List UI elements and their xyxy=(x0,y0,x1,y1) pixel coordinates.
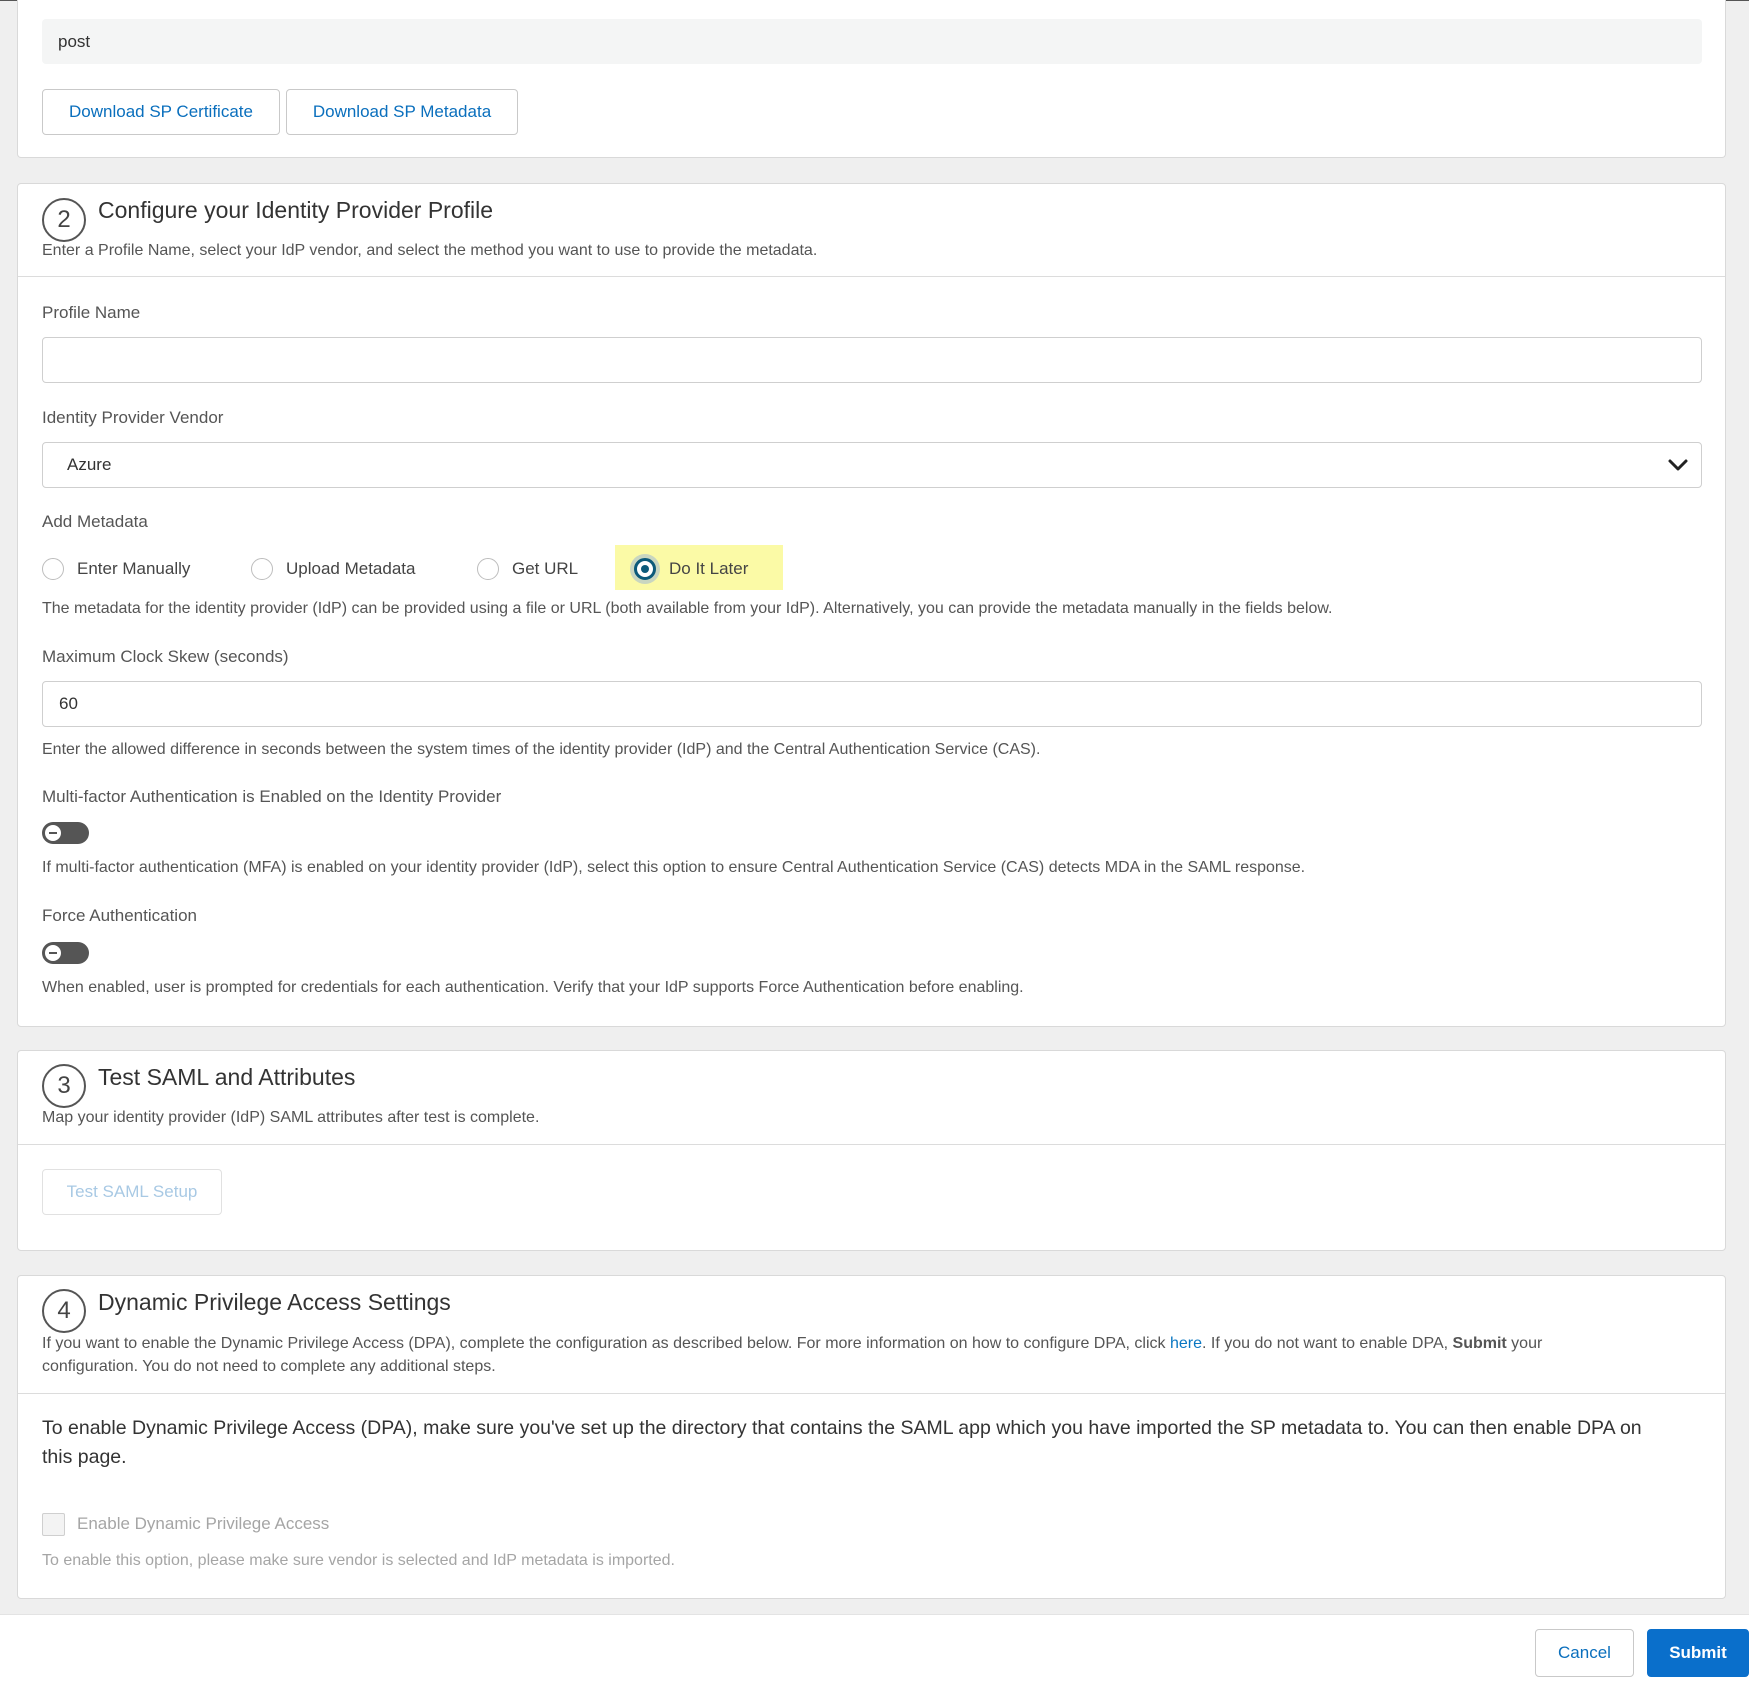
radio-label: Enter Manually xyxy=(77,559,191,578)
section-description: Map your identity provider (IdP) SAML at… xyxy=(42,1109,540,1126)
radio-circle xyxy=(42,558,64,580)
section-divider xyxy=(18,1393,1725,1394)
desc-text: your xyxy=(1506,1335,1543,1352)
force-auth-help-text: When enabled, user is prompted for crede… xyxy=(42,979,1024,996)
enable-dpa-checkbox[interactable] xyxy=(42,1513,65,1536)
section-title-idp-profile: Configure your Identity Provider Profile xyxy=(98,197,494,223)
clock-skew-label: Maximum Clock Skew (seconds) xyxy=(42,647,289,666)
step-number-3: 3 xyxy=(42,1064,86,1108)
cancel-button[interactable]: Cancel xyxy=(1535,1629,1634,1677)
section-title-test-saml: Test SAML and Attributes xyxy=(98,1064,356,1090)
vendor-label: Identity Provider Vendor xyxy=(42,408,224,427)
enable-dpa-help-text: To enable this option, please make sure … xyxy=(42,1552,675,1569)
download-sp-certificate-button[interactable]: Download SP Certificate xyxy=(42,89,280,135)
binding-value: post xyxy=(42,19,1702,64)
add-metadata-label: Add Metadata xyxy=(42,512,148,531)
radio-label: Upload Metadata xyxy=(286,559,416,578)
dpa-info-line2: this page. xyxy=(42,1446,127,1468)
radio-label: Get URL xyxy=(512,559,579,578)
vendor-select[interactable]: Azure xyxy=(42,442,1702,488)
profile-name-input[interactable] xyxy=(42,337,1702,383)
section-description-line2: configuration. You do not need to comple… xyxy=(42,1358,496,1375)
section-divider xyxy=(18,1144,1725,1145)
section-description: Enter a Profile Name, select your IdP ve… xyxy=(42,242,818,259)
vendor-selected-value: Azure xyxy=(67,455,112,474)
mfa-help-text: If multi-factor authentication (MFA) is … xyxy=(42,859,1306,876)
idp-profile-card: 2 Configure your Identity Provider Profi… xyxy=(17,183,1726,1027)
toggle-off-icon xyxy=(45,825,61,841)
dpa-help-link[interactable]: here xyxy=(1170,1335,1202,1352)
radio-do-it-later[interactable]: Do It Later xyxy=(634,554,748,584)
sp-details-card: post Download SP Certificate Download SP… xyxy=(17,0,1726,158)
step-number-4: 4 xyxy=(42,1289,86,1333)
radio-enter-manually[interactable]: Enter Manually xyxy=(42,554,190,584)
toggle-off-icon xyxy=(45,945,61,961)
radio-circle xyxy=(251,558,273,580)
mfa-label: Multi-factor Authentication is Enabled o… xyxy=(42,787,502,806)
test-saml-setup-button[interactable]: Test SAML Setup xyxy=(42,1169,222,1215)
dpa-info-line1: To enable Dynamic Privilege Access (DPA)… xyxy=(42,1417,1642,1439)
force-auth-label: Force Authentication xyxy=(42,906,197,925)
radio-get-url[interactable]: Get URL xyxy=(477,554,578,584)
section-divider xyxy=(18,276,1725,277)
step-number-2: 2 xyxy=(42,198,86,242)
desc-text: If you want to enable the Dynamic Privil… xyxy=(42,1335,1170,1352)
dpa-settings-card: 4 Dynamic Privilege Access Settings If y… xyxy=(17,1275,1726,1599)
clock-skew-input[interactable]: 60 xyxy=(42,681,1702,727)
force-auth-toggle[interactable] xyxy=(42,942,89,964)
section-description-line1: If you want to enable the Dynamic Privil… xyxy=(42,1335,1542,1353)
form-footer: Cancel Submit xyxy=(0,1614,1749,1683)
metadata-help-text: The metadata for the identity provider (… xyxy=(42,600,1333,617)
radio-circle-selected xyxy=(634,558,656,580)
section-title-dpa: Dynamic Privilege Access Settings xyxy=(98,1289,451,1315)
desc-text: . If you do not want to enable DPA, xyxy=(1201,1335,1453,1352)
test-saml-card: 3 Test SAML and Attributes Map your iden… xyxy=(17,1050,1726,1251)
mfa-toggle[interactable] xyxy=(42,822,89,844)
profile-name-label: Profile Name xyxy=(42,303,141,322)
clock-skew-help-text: Enter the allowed difference in seconds … xyxy=(42,741,1041,758)
submit-button[interactable]: Submit xyxy=(1647,1629,1749,1677)
download-sp-metadata-button[interactable]: Download SP Metadata xyxy=(286,89,518,135)
radio-label: Do It Later xyxy=(669,559,749,578)
radio-upload-metadata[interactable]: Upload Metadata xyxy=(251,554,415,584)
desc-bold: Submit xyxy=(1452,1335,1507,1352)
chevron-down-icon xyxy=(1668,459,1688,471)
enable-dpa-label: Enable Dynamic Privilege Access xyxy=(77,1514,330,1533)
radio-circle xyxy=(477,558,499,580)
